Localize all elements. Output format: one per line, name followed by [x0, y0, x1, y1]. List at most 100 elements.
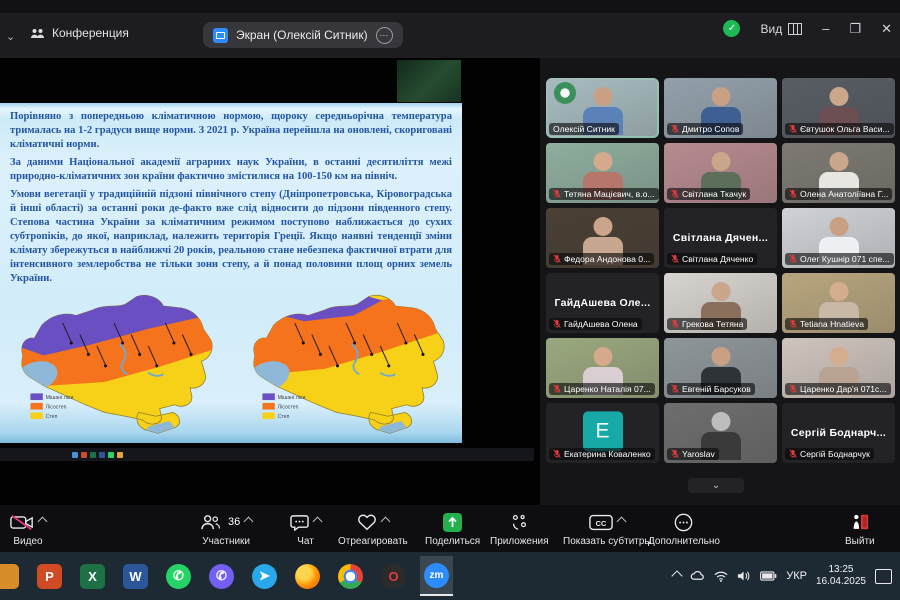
taskbar-app-chrome[interactable] — [334, 556, 367, 596]
chevron-up-icon[interactable] — [244, 516, 254, 526]
mic-off-icon — [671, 319, 679, 329]
participant-tile[interactable]: Yaroslav — [664, 403, 777, 463]
taskbar-app-photos[interactable] — [0, 556, 23, 596]
wifi-icon[interactable] — [714, 571, 728, 582]
participants-panel: Олексій Ситник Дмитро Сопов Євтушок Ольг… — [540, 58, 900, 505]
participant-tile[interactable]: Олег Кушнір 071 спе... — [782, 208, 895, 268]
taskbar-app-viber[interactable]: ✆ — [205, 556, 238, 596]
shared-screen-artifact — [397, 60, 461, 102]
toolbar-button-label: Видео — [13, 536, 42, 547]
taskbar-app-whatsapp[interactable]: ✆ — [162, 556, 195, 596]
viber-icon: ✆ — [209, 564, 234, 589]
onedrive-icon[interactable] — [690, 571, 705, 582]
cc-icon: CC — [589, 514, 613, 531]
collapse-chevron-icon[interactable]: ⌄ — [6, 30, 15, 43]
toolbar-apps-button[interactable]: Приложения — [490, 510, 549, 547]
chevron-up-icon[interactable] — [313, 516, 323, 526]
participant-tile[interactable]: Грекова Тетяна — [664, 273, 777, 333]
windows-taskbar: PXW✆✆➤Ozm УКР 13:25 16.04.2025 — [0, 552, 900, 600]
tab-conference[interactable]: Конференция — [30, 26, 129, 40]
gallery-grid-icon — [788, 23, 802, 35]
taskbar-app-powerpoint[interactable]: P — [33, 556, 66, 596]
toolbar-react-button[interactable]: Отреагировать — [338, 510, 408, 547]
toolbar-cc-button[interactable]: CCПоказать субтитры — [563, 510, 652, 547]
exit-icon — [850, 513, 870, 531]
tray-expand-icon[interactable] — [672, 570, 683, 581]
excel-icon: X — [80, 564, 105, 589]
language-indicator[interactable]: УКР — [786, 570, 807, 582]
participant-tile[interactable]: ГайдАшева Оле... ГайдАшева Олена — [546, 273, 659, 333]
participant-name-label: Федора Андонова 0... — [549, 253, 654, 265]
speaker-icon[interactable] — [737, 570, 751, 582]
background-logo — [554, 82, 576, 104]
taskbar-app-telegram[interactable]: ➤ — [248, 556, 281, 596]
tab-conference-label: Конференция — [52, 26, 129, 40]
taskbar-app-firefox[interactable] — [291, 556, 324, 596]
participant-tile[interactable]: Дмитро Сопов — [664, 78, 777, 138]
mic-off-icon — [789, 384, 797, 394]
toolbar-share-button[interactable]: Поделиться — [425, 510, 480, 547]
minimize-button[interactable]: – — [822, 21, 829, 36]
participant-tile[interactable]: Олексій Ситник — [546, 78, 659, 138]
shared-screen-region: Порівняно з попередньою кліматичною норм… — [0, 58, 540, 505]
meeting-toolbar: Видео 36Участники Чат Отреагировать Поделить… — [0, 505, 900, 552]
participant-name-label: Грекова Тетяна — [667, 318, 747, 330]
chevron-up-icon[interactable] — [617, 516, 627, 526]
participant-tile[interactable]: Світлана Дячен... Світлана Дяченко — [664, 208, 777, 268]
participant-tile[interactable]: Сергій Боднарч... Сергій Боднарчук — [782, 403, 895, 463]
participant-tile[interactable]: E Екатерина Коваленко — [546, 403, 659, 463]
svg-text:Лісостеп: Лісостеп — [278, 405, 299, 411]
tab-options-icon[interactable]: ⋯ — [376, 27, 393, 44]
participant-tile[interactable]: Царенко Наталія 07... — [546, 338, 659, 398]
participant-tile[interactable]: Царенко Дар'я 071с... — [782, 338, 895, 398]
action-center-icon[interactable] — [875, 569, 892, 584]
taskbar-app-opera[interactable]: O — [377, 556, 410, 596]
tray-clock[interactable]: 13:25 16.04.2025 — [816, 564, 866, 589]
toolbar-button-label: Участники — [202, 536, 250, 547]
toolbar-chat-button[interactable]: Чат — [290, 510, 321, 547]
participant-name-label: Сергій Боднарчук — [785, 448, 874, 460]
participant-tile[interactable]: Tetiana Hnatieva — [782, 273, 895, 333]
participant-tile[interactable]: Федора Андонова 0... — [546, 208, 659, 268]
taskbar-app-zoom[interactable]: zm — [420, 556, 453, 596]
zoom-icon: zm — [424, 563, 449, 588]
participant-tile[interactable]: Тетяна Мацієвич, в.о... — [546, 143, 659, 203]
mic-off-icon — [671, 254, 679, 264]
toolbar-participants-button[interactable]: 36Участники — [200, 510, 252, 547]
participant-name-label: Евгеній Барсуков — [667, 383, 755, 395]
toolbar-video-off-button[interactable]: Видео — [10, 510, 46, 547]
participant-name-label: Світлана Ткачук — [667, 188, 750, 200]
taskbar-apps: PXW✆✆➤Ozm — [0, 556, 453, 596]
powerpoint-icon: P — [37, 564, 62, 589]
participant-tile[interactable]: Евгеній Барсуков — [664, 338, 777, 398]
restore-button[interactable]: ❐ — [849, 21, 861, 37]
toolbar-button-label: Приложения — [490, 536, 549, 547]
slide-text-block: Порівняно з попередньою кліматичною норм… — [10, 110, 452, 290]
tab-screen-share[interactable]: Экран (Олексій Ситник) ⋯ — [203, 22, 403, 48]
tab-screen-label: Экран (Олексій Ситник) — [236, 28, 368, 42]
presenter-taskbar-strip — [0, 448, 534, 461]
zoom-meeting-window: ⌄ Конференция Экран (Олексій Ситник) ⋯ ✓… — [0, 0, 900, 600]
view-button[interactable]: Вид — [760, 22, 802, 36]
participant-tile[interactable]: Євтушок Ольга Васи... — [782, 78, 895, 138]
taskbar-app-excel[interactable]: X — [76, 556, 109, 596]
show-more-participants-button[interactable]: ⌄ — [688, 478, 744, 493]
toolbar-exit-button[interactable]: Выйти — [845, 510, 875, 547]
participants-grid: Олексій Ситник Дмитро Сопов Євтушок Ольг… — [546, 78, 898, 463]
participant-name-label: ГайдАшева Олена — [549, 318, 642, 330]
chat-icon — [290, 514, 309, 531]
window-top-strip — [0, 0, 900, 13]
chevron-up-icon[interactable] — [38, 516, 48, 526]
ukraine-climate-map-forecast: Мішані ліси Лісостеп Степ — [234, 287, 460, 439]
taskbar-app-word[interactable]: W — [119, 556, 152, 596]
battery-icon[interactable] — [760, 571, 777, 581]
participant-tile[interactable]: Олена Анатоліївна Г... — [782, 143, 895, 203]
toolbar-button-label: Поделиться — [425, 536, 480, 547]
chevron-up-icon[interactable] — [380, 516, 390, 526]
share-icon — [443, 513, 462, 532]
map-legend: Мішані ліси Лісостеп Степ — [262, 393, 305, 420]
participant-tile[interactable]: Світлана Ткачук — [664, 143, 777, 203]
toolbar-more-button[interactable]: Дополнительно — [648, 510, 720, 547]
close-button[interactable]: ✕ — [881, 21, 892, 37]
security-shield-icon[interactable]: ✓ — [723, 20, 740, 37]
